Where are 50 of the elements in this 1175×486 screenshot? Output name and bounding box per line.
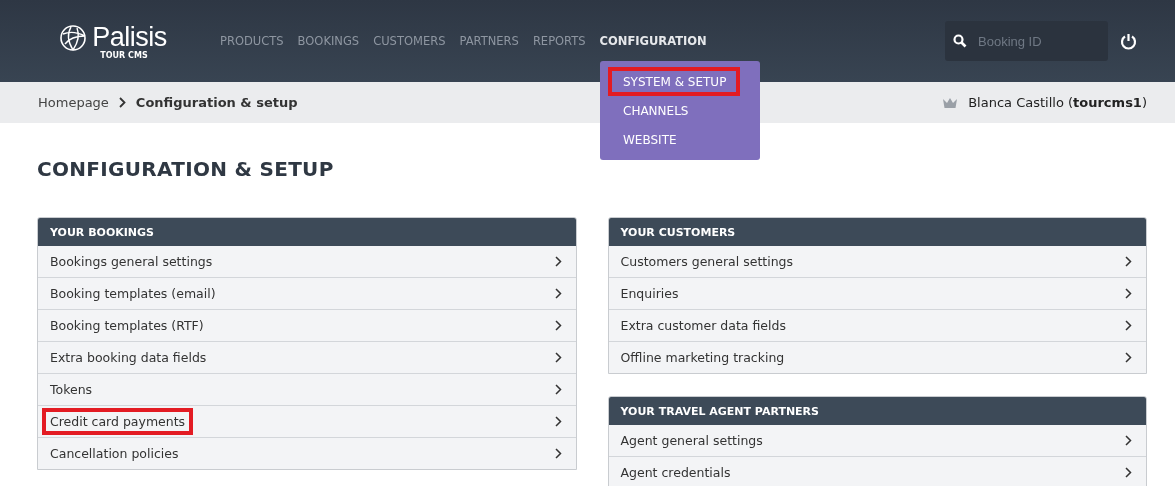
- nav-link[interactable]: PARTNERS: [459, 34, 519, 48]
- search-input[interactable]: Booking ID: [976, 32, 1090, 50]
- chevron-right-icon: [554, 256, 562, 267]
- nav-link[interactable]: REPORTS: [532, 34, 586, 48]
- breadcrumb-link[interactable]: Homepage: [38, 95, 109, 110]
- settings-link[interactable]: Extra booking data fields: [38, 341, 576, 373]
- settings-link[interactable]: Agent credentials: [608, 456, 1146, 486]
- chevron-right-icon: [554, 288, 562, 299]
- settings-link[interactable]: Agent general settings: [608, 425, 1146, 456]
- settings-link[interactable]: Booking templates (RTF): [38, 309, 576, 341]
- settings-link[interactable]: Enquiries: [608, 277, 1146, 309]
- breadcrumb-current: Configuration & setup: [135, 95, 298, 110]
- chevron-right-icon: [1125, 256, 1132, 267]
- chevron-right-icon: [1125, 352, 1132, 363]
- logo-tagline: TOUR CMS: [100, 51, 148, 60]
- chevron-right-icon: [554, 352, 562, 363]
- nav-link[interactable]: CONFIGURATION: [599, 34, 707, 48]
- power-icon[interactable]: [1120, 32, 1137, 50]
- chevron-right-icon: [554, 320, 562, 331]
- settings-link[interactable]: Cancellation policies: [38, 437, 576, 469]
- settings-link[interactable]: Customers general settings: [608, 246, 1146, 277]
- search-field[interactable]: Booking ID: [945, 21, 1108, 61]
- menu-item[interactable]: SYSTEM & SETUP: [608, 67, 740, 96]
- panel-header: YOUR CUSTOMERS: [608, 218, 1146, 246]
- nav-link[interactable]: BOOKINGS: [297, 34, 360, 48]
- user-name: Blanca Castillo (tourcms1): [968, 95, 1147, 110]
- menu-item[interactable]: WEBSITE: [604, 125, 760, 154]
- logo-name: Palisis: [92, 22, 167, 52]
- settings-link[interactable]: Credit card payments: [38, 405, 576, 437]
- nav-link[interactable]: PRODUCTS: [220, 34, 284, 48]
- chevron-right-icon: [118, 97, 126, 108]
- chevron-right-icon: [554, 384, 562, 395]
- page-title: CONFIGURATION & SETUP: [37, 157, 335, 181]
- chevron-right-icon: [1125, 288, 1132, 299]
- panel-header: YOUR TRAVEL AGENT PARTNERS: [608, 397, 1146, 425]
- chevron-right-icon: [554, 448, 562, 459]
- settings-link[interactable]: Extra customer data fields: [608, 309, 1146, 341]
- settings-link[interactable]: Offline marketing tracking: [608, 341, 1146, 373]
- panel-header: YOUR BOOKINGS: [38, 218, 576, 246]
- settings-link[interactable]: Tokens: [38, 373, 576, 405]
- search-icon: [953, 34, 967, 48]
- settings-link[interactable]: Bookings general settings: [38, 246, 576, 277]
- chevron-right-icon: [1125, 435, 1132, 446]
- crown-icon: [942, 96, 959, 109]
- nav-link[interactable]: CUSTOMERS: [373, 34, 446, 48]
- menu-item[interactable]: CHANNELS: [604, 96, 760, 125]
- chevron-right-icon: [1125, 320, 1132, 331]
- settings-link[interactable]: Booking templates (email): [38, 277, 576, 309]
- chevron-right-icon: [1125, 467, 1132, 478]
- chevron-right-icon: [554, 416, 562, 427]
